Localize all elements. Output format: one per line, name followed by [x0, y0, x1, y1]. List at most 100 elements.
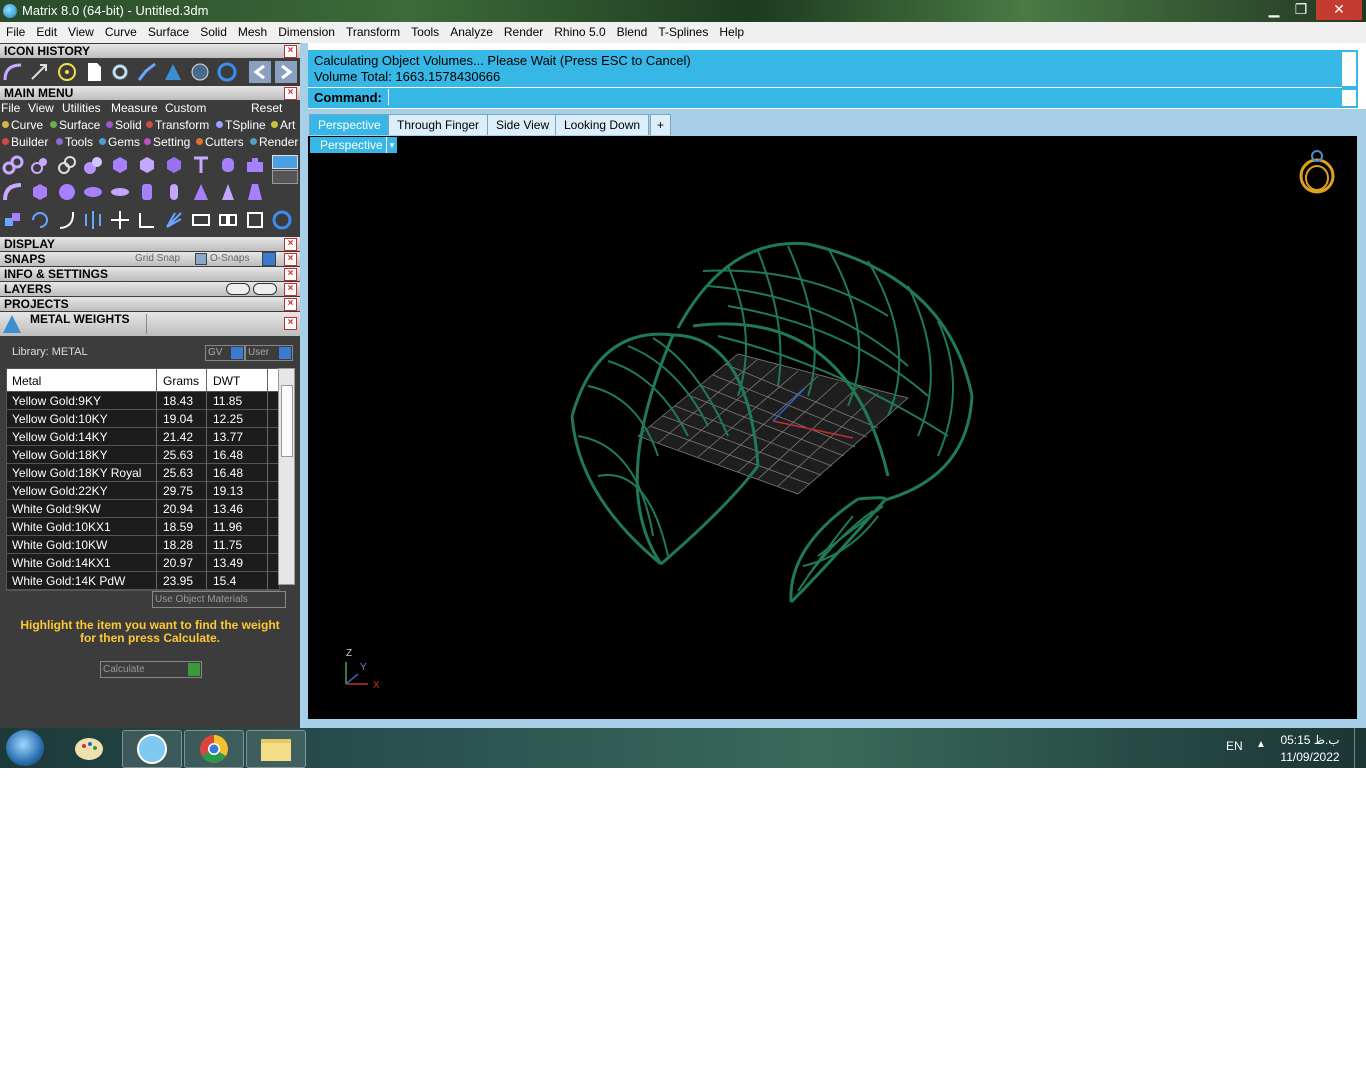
tab-perspective[interactable]: Perspective	[309, 114, 390, 135]
scale-icon[interactable]	[28, 61, 50, 83]
boolean-icon[interactable]	[2, 209, 24, 231]
tab-solid[interactable]: Solid	[106, 118, 142, 132]
column-metal[interactable]: Metal	[12, 374, 41, 388]
show-desktop-button[interactable]	[1354, 728, 1366, 768]
grid-snap-toggle[interactable]	[195, 253, 207, 265]
capsule-icon[interactable]	[163, 181, 185, 203]
tab-cutters[interactable]: Cutters	[196, 135, 244, 149]
ungroup-icon[interactable]	[217, 209, 239, 231]
gear-icon[interactable]	[109, 61, 131, 83]
table-row[interactable]: Yellow Gold:18KY Royal 25.63 16.48	[7, 464, 279, 482]
file-explorer-icon[interactable]	[246, 730, 306, 768]
scale-box-icon[interactable]	[136, 209, 158, 231]
table-row[interactable]: Yellow Gold:22KY 29.75 19.13	[7, 482, 279, 500]
toggle-switch[interactable]	[272, 155, 298, 169]
menu-curve[interactable]: Curve	[99, 22, 142, 39]
curve-tool-icon[interactable]	[136, 61, 158, 83]
spheres-icon[interactable]	[82, 154, 104, 176]
table-row[interactable]: White Gold:10KW 18.28 11.75	[7, 536, 279, 554]
tab-curve[interactable]: Curve	[2, 118, 43, 132]
scrollbar-thumb[interactable]	[281, 385, 293, 457]
table-scrollbar[interactable]	[278, 368, 295, 585]
add-tab-button[interactable]: +	[650, 114, 672, 135]
tab-surface[interactable]: Surface	[50, 118, 100, 132]
group-icon[interactable]	[190, 209, 212, 231]
bend-icon[interactable]	[56, 209, 78, 231]
disc-icon[interactable]	[109, 181, 131, 203]
start-button[interactable]	[6, 730, 44, 766]
cube-icon[interactable]	[109, 154, 131, 176]
split-icon[interactable]	[244, 209, 266, 231]
matrix-app-icon[interactable]	[122, 730, 182, 768]
pyramid-icon[interactable]	[217, 181, 239, 203]
ring-icon[interactable]	[216, 61, 238, 83]
icon-history-header[interactable]: ICON HISTORY ×	[0, 44, 300, 58]
command-input[interactable]	[388, 89, 1343, 105]
restore-button[interactable]: ❐	[1289, 0, 1313, 20]
cone-icon[interactable]	[190, 181, 212, 203]
menu-mesh[interactable]: Mesh	[232, 22, 272, 39]
command-spinner[interactable]	[1342, 90, 1356, 106]
use-object-materials-toggle[interactable]: Use Object Materials	[152, 591, 286, 608]
globe-icon[interactable]	[189, 61, 211, 83]
tab-tools[interactable]: Tools	[56, 135, 93, 149]
tab-tspline[interactable]: TSpline	[216, 118, 266, 132]
menu-view[interactable]: View	[62, 22, 99, 39]
pipe-icon[interactable]	[2, 181, 24, 203]
arrow-left-icon[interactable]	[249, 61, 271, 83]
info-settings-header[interactable]: INFO & SETTINGS ×	[0, 267, 300, 281]
close-icon[interactable]: ×	[284, 283, 297, 296]
snaps-header[interactable]: SNAPS Grid Snap O-Snaps ×	[0, 252, 300, 266]
link-icon[interactable]	[29, 154, 51, 176]
main-menu-view[interactable]: View	[28, 101, 54, 115]
layers-header[interactable]: LAYERS ×	[0, 282, 300, 296]
eye-icon[interactable]	[253, 283, 277, 295]
display-header[interactable]: DISPLAY ×	[0, 237, 300, 251]
tab-gems[interactable]: Gems	[99, 135, 140, 149]
clock-date[interactable]: 11/09/2022	[1270, 750, 1350, 764]
menu-tools[interactable]: Tools	[405, 22, 444, 39]
menu-surface[interactable]: Surface	[142, 22, 194, 39]
menu-blend[interactable]: Blend	[611, 22, 653, 39]
user-toggle[interactable]: User	[245, 345, 293, 361]
truncated-cone-icon[interactable]	[244, 181, 266, 203]
arc-icon[interactable]	[2, 61, 24, 83]
box-solid-icon[interactable]	[29, 181, 51, 203]
ellipsoid-icon[interactable]	[82, 181, 104, 203]
tab-transform[interactable]: Transform	[146, 118, 209, 132]
tab-art[interactable]: Art	[271, 118, 295, 132]
table-row[interactable]: Yellow Gold:9KY 18.43 11.85	[7, 392, 279, 410]
circle-target-icon[interactable]	[56, 61, 78, 83]
menu-file[interactable]: File	[0, 22, 30, 39]
table-row[interactable]: White Gold:14KX1 20.97 13.49	[7, 554, 279, 572]
command-scrollbar[interactable]	[1342, 52, 1356, 86]
tab-looking-down[interactable]: Looking Down	[555, 114, 650, 135]
gv-toggle[interactable]: GV	[205, 345, 245, 361]
tab-builder[interactable]: Builder	[2, 135, 48, 149]
menu-dimension[interactable]: Dimension	[272, 22, 340, 39]
menu-rhino[interactable]: Rhino 5.0	[548, 22, 610, 39]
menu-transform[interactable]: Transform	[340, 22, 405, 39]
mirror-icon[interactable]	[82, 209, 104, 231]
array-icon[interactable]	[163, 209, 185, 231]
ring-tool-icon[interactable]	[271, 209, 293, 231]
box-icon[interactable]	[136, 154, 158, 176]
close-icon[interactable]: ×	[284, 238, 297, 251]
menu-edit[interactable]: Edit	[30, 22, 62, 39]
column-dwt[interactable]: DWT	[213, 374, 240, 388]
calculate-button[interactable]: Calculate	[100, 661, 202, 678]
menu-render[interactable]: Render	[498, 22, 548, 39]
projects-header[interactable]: PROJECTS ×	[0, 297, 300, 311]
panel-splitter[interactable]	[300, 43, 308, 728]
box-open-icon[interactable]	[163, 154, 185, 176]
menu-help[interactable]: Help	[713, 22, 749, 39]
table-row[interactable]: White Gold:9KW 20.94 13.46	[7, 500, 279, 518]
table-row[interactable]: Yellow Gold:14KY 21.42 13.77	[7, 428, 279, 446]
sphere-icon[interactable]	[56, 181, 78, 203]
clock-time[interactable]: 05:15 ب.ظ	[1270, 733, 1350, 747]
close-icon[interactable]: ×	[284, 317, 297, 330]
new-file-icon[interactable]	[83, 61, 105, 83]
tab-render[interactable]: Render	[250, 135, 298, 149]
chrome-icon[interactable]	[184, 730, 244, 768]
menu-tsplines[interactable]: T-Splines	[652, 22, 713, 39]
